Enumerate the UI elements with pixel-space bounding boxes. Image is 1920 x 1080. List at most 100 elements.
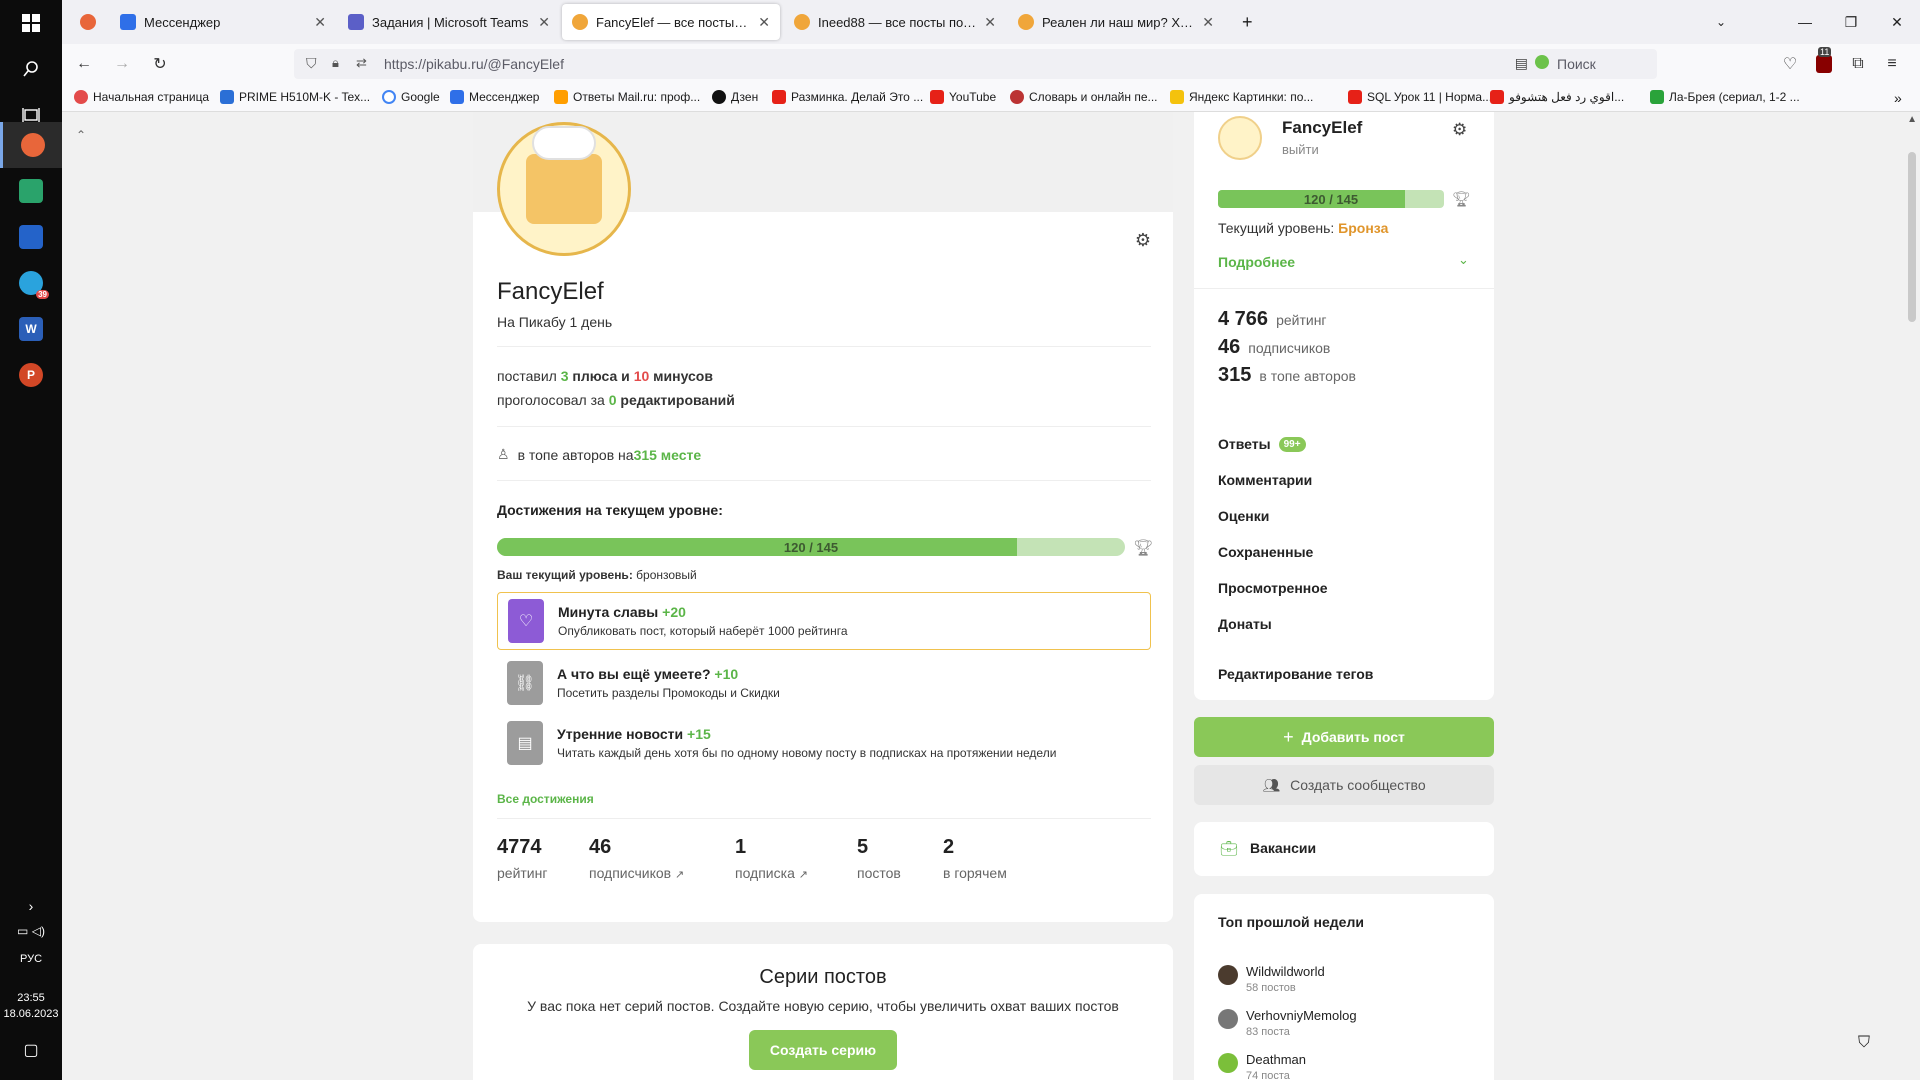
back-arrow-icon[interactable]: ← bbox=[72, 52, 96, 76]
bookmarks-overflow-icon[interactable]: » bbox=[1894, 90, 1902, 106]
taskbar-app-save[interactable] bbox=[0, 214, 62, 260]
stat-subscribers[interactable]: 46 подписчиков ↗ bbox=[589, 836, 684, 881]
search-input[interactable]: Поиск bbox=[1527, 49, 1657, 79]
bookmark-item[interactable]: PRIME H510M-K - Tex... bbox=[220, 90, 370, 104]
dzen-icon bbox=[712, 90, 726, 104]
restore-button[interactable]: ❐ bbox=[1828, 0, 1874, 44]
tab-teams[interactable]: Задания | Microsoft Teams ✕ bbox=[338, 4, 560, 40]
bookmark-item[interactable]: Дзен bbox=[712, 90, 758, 104]
bookmark-item[interactable]: YouTube bbox=[930, 90, 996, 104]
gear-icon[interactable]: ⚙ bbox=[1452, 120, 1467, 140]
tab-ineed88[interactable]: Ineed88 — все посты пользова... ✕ bbox=[784, 4, 1006, 40]
all-achievements-link[interactable]: Все достижения bbox=[497, 792, 594, 806]
tab-fancyelef[interactable]: FancyElef — все посты пользо... ✕ bbox=[562, 4, 780, 40]
logout-link[interactable]: выйти bbox=[1282, 142, 1319, 157]
stat-posts[interactable]: 5 постов bbox=[857, 836, 901, 881]
permissions-icon[interactable]: ⇄ bbox=[356, 55, 367, 71]
network-sound-icons[interactable]: ▭ ◁) bbox=[0, 924, 62, 938]
yandex-images-icon bbox=[1170, 90, 1184, 104]
bookmark-item[interactable]: اقوي رد فعل هتشوفو... bbox=[1490, 90, 1624, 104]
close-icon[interactable]: ✕ bbox=[314, 14, 326, 31]
close-icon[interactable]: ✕ bbox=[758, 14, 770, 31]
top-user-item[interactable]: VerhovniyMemolog 83 поста bbox=[1218, 1008, 1357, 1038]
tab-real-world[interactable]: Реален ли наш мир? Хороше... ✕ bbox=[1008, 4, 1224, 40]
create-series-button[interactable]: Создать серию bbox=[749, 1030, 897, 1070]
shield-icon[interactable]: ⛉ bbox=[306, 55, 317, 72]
reload-icon[interactable]: ↻ bbox=[148, 52, 172, 76]
bookmark-item[interactable]: Ла-Брея (сериал, 1-2 ... bbox=[1650, 90, 1800, 104]
top-user-item[interactable]: Deathman 74 поста bbox=[1218, 1052, 1306, 1080]
pocket-icon[interactable]: ♡ bbox=[1778, 52, 1802, 76]
taskbar-powerpoint[interactable]: P bbox=[0, 352, 62, 398]
window-close-button[interactable]: ✕ bbox=[1874, 0, 1920, 44]
bookmark-item[interactable]: Словарь и онлайн пе... bbox=[1010, 90, 1158, 104]
bookmark-item[interactable]: Google bbox=[382, 90, 440, 104]
taskbar-telegram[interactable]: 39 bbox=[0, 260, 62, 306]
bookmark-item[interactable]: Яндекс Картинки: по... bbox=[1170, 90, 1313, 104]
external-link-icon: ↗ bbox=[798, 869, 808, 881]
menu-answers[interactable]: Ответы 99+ bbox=[1218, 436, 1306, 452]
notifications-icon[interactable]: ▢ bbox=[0, 1040, 62, 1060]
taskbar-firefox[interactable] bbox=[0, 122, 62, 168]
scroll-thumb[interactable] bbox=[1908, 152, 1916, 322]
achievement-item[interactable]: ▤ Утренние новости +15 Читать каждый ден… bbox=[497, 714, 1151, 772]
lock-icon[interactable]: 🔒︎ bbox=[332, 55, 339, 71]
bookmark-item[interactable]: SQL Урок 11 | Норма... bbox=[1348, 90, 1492, 104]
bookmark-item[interactable]: Ответы Mail.ru: проф... bbox=[554, 90, 700, 104]
stat-subscriptions[interactable]: 1 подписка ↗ bbox=[735, 836, 808, 881]
close-icon[interactable]: ✕ bbox=[538, 14, 550, 31]
menu-saved[interactable]: Сохраненные bbox=[1218, 544, 1313, 560]
menu-comments[interactable]: Комментарии bbox=[1218, 472, 1312, 488]
menu-ratings[interactable]: Оценки bbox=[1218, 508, 1269, 524]
details-toggle[interactable]: Подробнее bbox=[1218, 254, 1295, 270]
chevron-down-icon[interactable]: ⌄ bbox=[1458, 252, 1469, 268]
vacancies-card[interactable]: 💼︎ Вакансии bbox=[1194, 822, 1494, 876]
extension-ublock-icon[interactable]: 11 bbox=[1812, 47, 1836, 76]
sidebar-username[interactable]: FancyElef bbox=[1282, 118, 1362, 138]
vacancies-label: Вакансии bbox=[1250, 840, 1317, 856]
url-bar[interactable]: ⛉ 🔒︎ ⇄ https://pikabu.ru/@FancyElef ▤ ☆ bbox=[294, 49, 1564, 79]
chevron-right-icon[interactable]: › bbox=[0, 898, 62, 914]
hamburger-menu-icon[interactable]: ≡ bbox=[1880, 52, 1904, 76]
new-tab-button[interactable]: + bbox=[1232, 4, 1262, 40]
sidebar-subscribers[interactable]: 46 подписчиков bbox=[1218, 336, 1330, 359]
achievement-item[interactable]: ♡ Минута славы +20 Опубликовать пост, ко… bbox=[497, 592, 1151, 650]
scroll-up-arrow-icon[interactable]: ▲ bbox=[1907, 114, 1917, 125]
minimize-button[interactable]: — bbox=[1782, 0, 1828, 44]
language-indicator[interactable]: РУС bbox=[0, 953, 62, 965]
chevron-up-icon[interactable]: ⌃ bbox=[76, 128, 86, 142]
start-button[interactable] bbox=[0, 0, 62, 46]
search-button[interactable] bbox=[0, 46, 62, 92]
firefox-view-tab[interactable] bbox=[70, 4, 106, 40]
gear-icon[interactable]: ⚙ bbox=[1135, 230, 1151, 251]
close-icon[interactable]: ✕ bbox=[984, 14, 996, 31]
close-icon[interactable]: ✕ bbox=[1202, 14, 1214, 31]
sidebar-top-authors[interactable]: 315 в топе авторов bbox=[1218, 364, 1356, 387]
profile-avatar[interactable] bbox=[497, 122, 631, 256]
bookmark-item[interactable]: Мессенджер bbox=[450, 90, 539, 104]
taskbar-word[interactable]: W bbox=[0, 306, 62, 352]
extensions-icon[interactable]: ⧉ bbox=[1846, 52, 1870, 76]
tab-messenger[interactable]: Мессенджер ✕ bbox=[110, 4, 336, 40]
reader-view-icon[interactable]: ▤ bbox=[1515, 55, 1528, 72]
stat-rating[interactable]: 4774 рейтинг bbox=[497, 836, 547, 881]
achievement-item[interactable]: ⛓ А что вы ещё умеете? +10 Посетить разд… bbox=[497, 654, 1151, 712]
add-post-button[interactable]: + Добавить пост bbox=[1194, 717, 1494, 757]
top-user-item[interactable]: Wildwildworld 58 постов bbox=[1218, 964, 1325, 994]
paint-bucket-icon[interactable]: ⛉ bbox=[1858, 1034, 1870, 1052]
create-community-button[interactable]: 👥︎ Создать сообщество bbox=[1194, 765, 1494, 805]
clock-date[interactable]: 18.06.2023 bbox=[0, 1008, 62, 1020]
menu-viewed[interactable]: Просмотренное bbox=[1218, 580, 1328, 596]
menu-edit-tags[interactable]: Редактирование тегов bbox=[1218, 666, 1373, 682]
external-link-icon: ↗ bbox=[674, 869, 685, 881]
bookmark-item[interactable]: Разминка. Делай Это ... bbox=[772, 90, 923, 104]
page-scrollbar[interactable]: ▲ bbox=[1904, 112, 1920, 1080]
list-all-tabs-icon[interactable]: ⌄ bbox=[1698, 0, 1744, 44]
clock-time[interactable]: 23:55 bbox=[0, 992, 62, 1004]
stat-hot[interactable]: 2 в горячем bbox=[943, 836, 1007, 881]
forward-arrow-icon[interactable]: → bbox=[110, 52, 134, 76]
sidebar-avatar[interactable] bbox=[1218, 116, 1262, 160]
taskbar-app-paint[interactable] bbox=[0, 168, 62, 214]
bookmark-item[interactable]: Начальная страница bbox=[74, 90, 209, 104]
menu-donates[interactable]: Донаты bbox=[1218, 616, 1272, 632]
